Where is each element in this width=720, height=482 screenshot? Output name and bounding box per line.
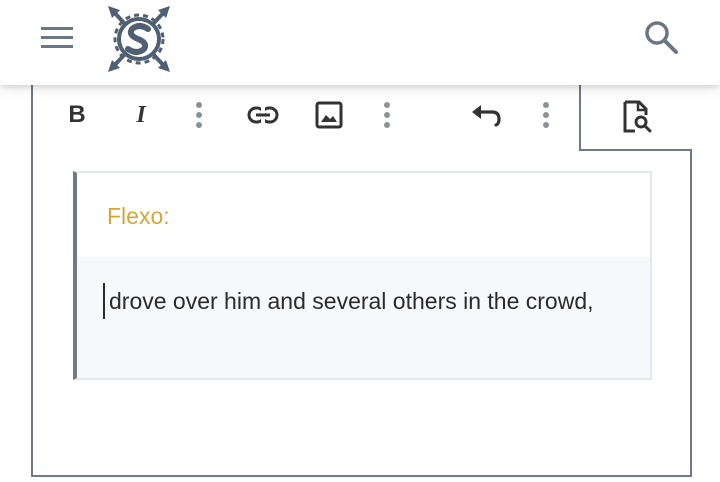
editor-frame: B I Flexo: drove over him and several ot… [31, 60, 692, 477]
more-vert-icon[interactable] [375, 95, 399, 135]
image-icon[interactable] [309, 95, 349, 135]
link-icon[interactable] [243, 95, 283, 135]
quote-body: drove over him and several others in the… [77, 257, 650, 378]
quote-author: Flexo: [107, 203, 170, 229]
menu-icon[interactable] [38, 20, 78, 54]
undo-icon[interactable] [466, 95, 506, 135]
bold-button[interactable]: B [57, 95, 97, 135]
preview-icon[interactable] [579, 85, 692, 151]
quote-block: Flexo: drove over him and several others… [73, 171, 652, 380]
app-bar [0, 0, 720, 85]
more-vert-icon[interactable] [187, 95, 211, 135]
site-logo[interactable] [104, 4, 174, 74]
editor-toolbar: B I [33, 85, 692, 151]
italic-button[interactable]: I [121, 95, 161, 135]
quote-text-editable[interactable]: drove over him and several others in the… [103, 283, 629, 319]
more-vert-icon[interactable] [534, 95, 558, 135]
search-icon[interactable] [638, 14, 684, 60]
